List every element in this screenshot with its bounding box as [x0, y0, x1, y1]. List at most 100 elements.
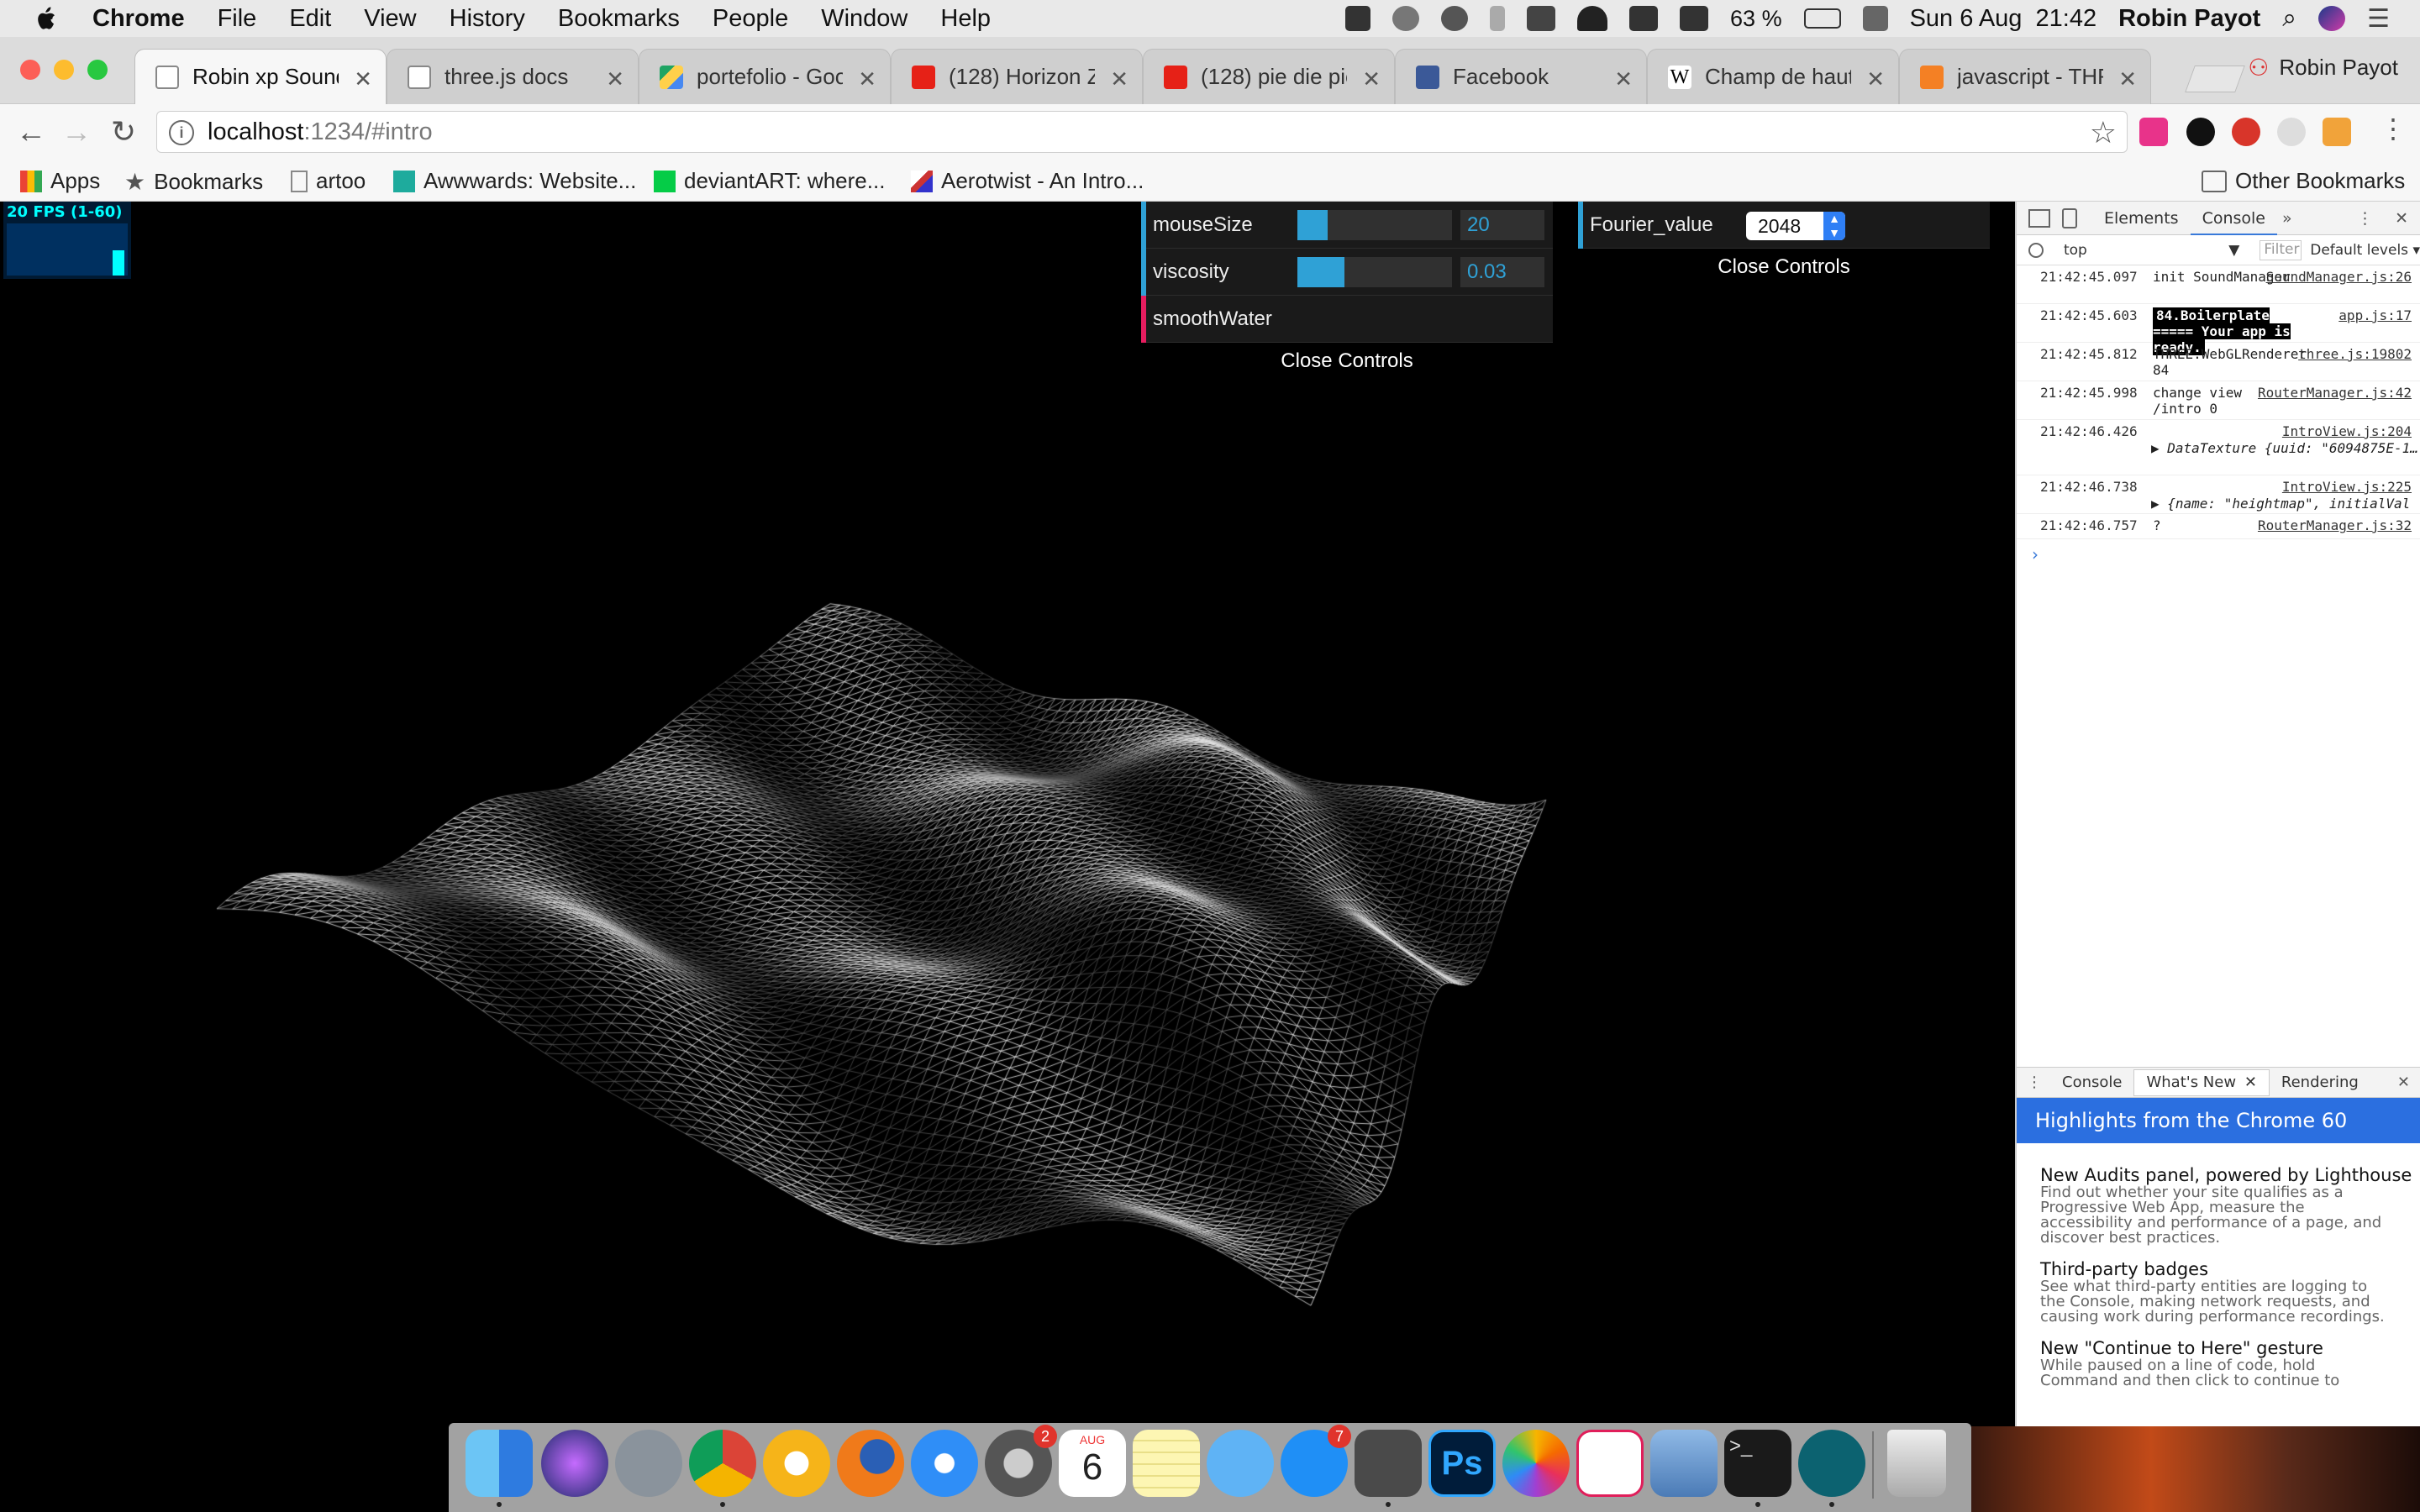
gui-row-smoothwater[interactable]: smoothWater: [1141, 296, 1553, 343]
reload-button[interactable]: ↻: [104, 113, 143, 151]
extension-stairs-icon[interactable]: [2139, 118, 2168, 146]
creative-cloud-icon[interactable]: [1392, 6, 1420, 31]
log-source-link[interactable]: SoundManager.js:26: [2266, 269, 2412, 285]
fps-stats-panel[interactable]: 20 FPS (1-60): [3, 202, 131, 279]
log-source-link[interactable]: three.js:19802: [2298, 346, 2412, 362]
smoothwater-button[interactable]: smoothWater: [1153, 307, 1301, 331]
close-tab-icon[interactable]: ✕: [1866, 66, 1885, 92]
close-tab-icon[interactable]: ✕: [354, 66, 372, 92]
console-filter-input[interactable]: Filter: [2260, 239, 2302, 260]
menu-bookmarks[interactable]: Bookmarks: [558, 5, 680, 33]
calendar-icon[interactable]: AUG 6: [1059, 1430, 1126, 1497]
tab-facebook[interactable]: Facebook ✕: [1395, 49, 1647, 104]
notes-icon[interactable]: [1133, 1430, 1200, 1497]
tab-youtube-pie[interactable]: (128) pie die pie ✕: [1143, 49, 1395, 104]
close-tab-icon[interactable]: ✕: [1362, 66, 1381, 92]
log-levels-select[interactable]: Default levels ▾: [2310, 242, 2420, 259]
menu-edit[interactable]: Edit: [289, 5, 331, 33]
bookmark-star-icon[interactable]: ☆: [2090, 115, 2117, 150]
bookmark-aerotwist[interactable]: Aerotwist - An Intro...: [911, 168, 1144, 194]
bookmark-artoo[interactable]: artoo: [291, 168, 366, 194]
chrome-menu-icon[interactable]: ⋮: [2380, 113, 2407, 144]
menu-view[interactable]: View: [364, 5, 416, 33]
notification-center-icon[interactable]: ☰: [2367, 4, 2390, 34]
drawer-tab-console[interactable]: Console: [2050, 1066, 2133, 1100]
devtools-menu-icon[interactable]: ⋮: [2357, 209, 2373, 228]
console-prompt[interactable]: ›: [2017, 539, 2420, 570]
menu-window[interactable]: Window: [821, 5, 908, 33]
more-tabs-icon[interactable]: »: [2282, 209, 2292, 228]
drawer-menu-icon[interactable]: ⋮: [2027, 1074, 2042, 1091]
mousesize-input[interactable]: 20: [1460, 210, 1544, 240]
bookmark-apps[interactable]: Apps: [20, 168, 100, 194]
safari-icon[interactable]: [911, 1430, 978, 1497]
photoshop-icon[interactable]: Ps: [1428, 1430, 1496, 1497]
close-tab-icon[interactable]: ✕: [858, 66, 876, 92]
dropbox-icon[interactable]: [1345, 6, 1371, 31]
close-devtools-icon[interactable]: ✕: [2395, 209, 2408, 228]
sublime-text-icon[interactable]: [1355, 1430, 1422, 1497]
terrain-wireframe-mesh[interactable]: [0, 202, 2015, 1426]
messages-icon[interactable]: [1207, 1430, 1274, 1497]
drawer-tab-whats-new[interactable]: What's New ✕: [2133, 1068, 2270, 1096]
launchpad-icon[interactable]: [615, 1430, 682, 1497]
tab-youtube-horizon[interactable]: (128) Horizon Ze ✕: [891, 49, 1143, 104]
bookmark-awwwards[interactable]: Awwwards: Website...: [393, 168, 636, 194]
address-bar[interactable]: i localhost:1234/#intro ☆: [156, 111, 2128, 153]
menu-help[interactable]: Help: [940, 5, 991, 33]
profile-button[interactable]: ⚇ Robin Payot: [2248, 54, 2398, 81]
log-object-expandable[interactable]: ▶ DataTexture {uuid: "6094875E-1…", imag…: [2151, 440, 2420, 456]
battery-icon[interactable]: [1803, 8, 1841, 29]
extension-orange-icon[interactable]: [2323, 118, 2351, 146]
chrome-canary-icon[interactable]: [763, 1430, 830, 1497]
device-toolbar-icon[interactable]: [2062, 207, 2077, 228]
battery-percentage[interactable]: 63 %: [1730, 6, 1782, 32]
log-source-link[interactable]: IntroView.js:204: [2282, 423, 2412, 439]
extension-grey-icon[interactable]: [2277, 118, 2306, 146]
chrome-icon[interactable]: [689, 1430, 756, 1497]
bookmark-bookmarks[interactable]: ★ Bookmarks: [124, 168, 263, 196]
close-drawer-icon[interactable]: ✕: [2397, 1074, 2410, 1091]
webgl-canvas-area[interactable]: 20 FPS (1-60) mouseSize 20 viscosity 0.0…: [0, 202, 2015, 1426]
trash-icon[interactable]: [1887, 1430, 1946, 1497]
bookmark-other-bookmarks[interactable]: Other Bookmarks: [2202, 168, 2405, 194]
log-source-link[interactable]: IntroView.js:225: [2282, 479, 2412, 495]
extension-horse-icon[interactable]: [2186, 118, 2215, 146]
preview-icon[interactable]: [1650, 1430, 1718, 1497]
back-button[interactable]: ←: [12, 113, 50, 151]
log-object-expandable[interactable]: ▶ {name: "heightmap", initialVal: [2151, 496, 2420, 512]
close-controls-button[interactable]: Close Controls: [1578, 249, 1990, 286]
airplay-icon[interactable]: [1629, 6, 1659, 31]
whats-new-item[interactable]: Third-party badges See what third-party …: [2017, 1246, 2420, 1325]
clear-console-icon[interactable]: [2028, 242, 2044, 258]
spotlight-search-icon[interactable]: ⌕: [2282, 4, 2296, 33]
finder-icon[interactable]: [466, 1430, 533, 1497]
tab-portefolio[interactable]: portefolio - Goog ✕: [639, 49, 891, 104]
firefox-icon[interactable]: [837, 1430, 904, 1497]
close-tab-icon[interactable]: ✕: [1614, 66, 1633, 92]
gitkraken-icon[interactable]: [1798, 1430, 1865, 1497]
menu-file[interactable]: File: [218, 5, 257, 33]
siri-icon[interactable]: [541, 1430, 608, 1497]
tab-stackoverflow[interactable]: javascript - THRE ✕: [1899, 49, 2151, 104]
slack-icon[interactable]: [1576, 1430, 1644, 1497]
bluetooth-icon[interactable]: [1490, 6, 1506, 31]
context-select[interactable]: top ▼: [2064, 242, 2239, 259]
menu-history[interactable]: History: [450, 5, 525, 33]
apple-logo-icon[interactable]: [30, 3, 64, 34]
inspect-element-icon[interactable]: [2028, 208, 2050, 228]
photos-icon[interactable]: [1502, 1430, 1570, 1497]
close-tab-icon[interactable]: ✕: [1110, 66, 1128, 92]
fourier-value-select[interactable]: 2048 ▲ ▼: [1746, 212, 1845, 240]
new-tab-button[interactable]: [2185, 66, 2245, 92]
wifi-icon[interactable]: [1577, 6, 1608, 31]
viscosity-input[interactable]: 0.03: [1460, 257, 1544, 287]
drawer-tab-rendering[interactable]: Rendering: [2270, 1066, 2370, 1100]
close-window-button[interactable]: [20, 60, 40, 80]
minimize-window-button[interactable]: [54, 60, 74, 80]
close-tab-icon[interactable]: ✕: [2244, 1074, 2257, 1091]
calendar-menu-icon[interactable]: [1862, 6, 1888, 31]
time-machine-icon[interactable]: [1441, 6, 1469, 31]
adblock-plus-icon[interactable]: [2232, 118, 2260, 146]
tab-robin-xp-sound[interactable]: Robin xp Sound ✕: [134, 49, 387, 104]
